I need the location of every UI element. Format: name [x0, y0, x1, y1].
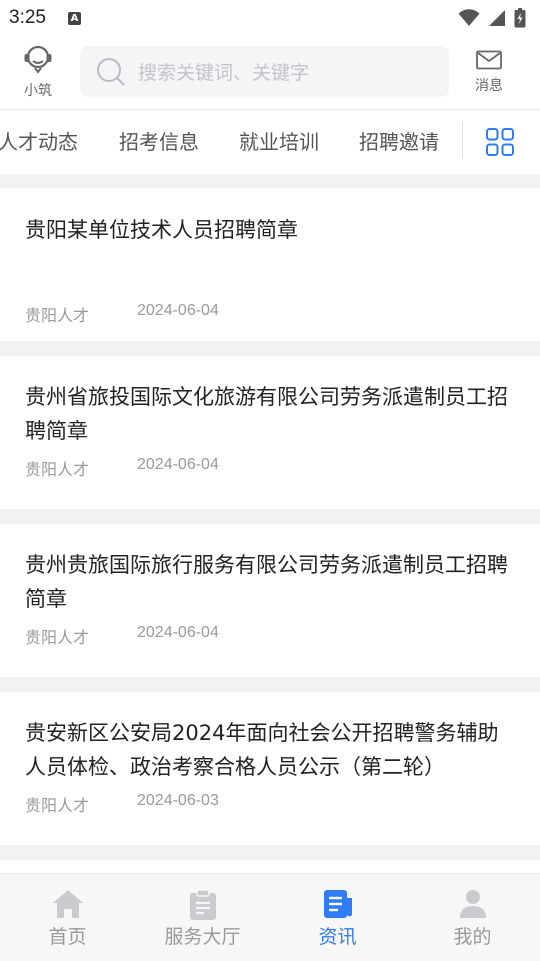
article-card[interactable]: 贵安新区公安局2024年面向社会公开招聘警务辅助人员体检、政治考察合格人员公示（…	[0, 692, 540, 845]
status-icons	[458, 8, 526, 28]
article-source: 贵阳人才	[25, 306, 90, 325]
nav-home-label: 首页	[48, 926, 87, 948]
article-source: 贵阳人才	[25, 460, 90, 479]
search-icon	[96, 57, 126, 87]
assistant-button[interactable]: 小筑	[18, 44, 58, 100]
tab-recruitment-invitation[interactable]: 招聘邀请	[359, 110, 439, 174]
article-title: 贵阳某单位技术人员招聘简章	[25, 218, 298, 242]
status-time: 3:25	[9, 7, 46, 28]
nav-service-hall-label: 服务大厅	[164, 926, 241, 948]
category-tabs: 人才动态 招考信息 就业培训 招聘邀请	[0, 110, 540, 174]
grid-menu-icon[interactable]	[486, 128, 514, 156]
nav-profile[interactable]: 我的	[405, 874, 540, 961]
tab-divider	[462, 122, 463, 158]
assistant-label: 小筑	[24, 83, 52, 99]
mail-icon	[476, 50, 502, 70]
search-placeholder: 搜索关键词、关键字	[138, 62, 310, 84]
article-card[interactable]: 贵阳某单位技术人员招聘简章 贵阳人才 2024-06-04	[0, 188, 540, 341]
article-date: 2024-06-03	[137, 792, 219, 809]
tab-exam-info[interactable]: 招考信息	[119, 110, 199, 174]
article-date: 2024-06-04	[137, 624, 219, 641]
article-card[interactable]: 贵州省旅投国际文化旅游有限公司劳务派遣制员工招聘简章 贵阳人才 2024-06-…	[0, 356, 540, 509]
article-title: 贵州省旅投国际文化旅游有限公司劳务派遣制员工招聘简章	[25, 385, 508, 443]
clipboard-icon	[189, 889, 216, 920]
status-left: 3:25 A	[9, 7, 81, 29]
status-bar: 3:25 A	[0, 0, 540, 36]
article-card[interactable]: 贵州贵旅国际旅行服务有限公司劳务派遣制员工招聘简章 贵阳人才 2024-06-0…	[0, 524, 540, 677]
article-source: 贵阳人才	[25, 796, 90, 815]
assistant-headset-icon	[24, 45, 52, 74]
nav-news[interactable]: 资讯	[270, 874, 405, 961]
nav-service-hall[interactable]: 服务大厅	[135, 874, 270, 961]
home-icon	[52, 890, 83, 918]
article-title: 贵安新区公安局2024年面向社会公开招聘警务辅助人员体检、政治考察合格人员公示（…	[25, 721, 499, 779]
wifi-icon	[458, 9, 480, 26]
news-icon	[323, 890, 352, 918]
article-date: 2024-06-04	[137, 456, 219, 473]
article-source: 贵阳人才	[25, 628, 90, 647]
message-button[interactable]: 消息	[466, 50, 512, 95]
user-icon	[459, 890, 486, 918]
battery-icon	[514, 8, 526, 28]
message-label: 消息	[475, 78, 503, 94]
bottom-nav: 首页 服务大厅 资讯 我的	[0, 873, 540, 961]
article-date: 2024-06-04	[137, 302, 219, 319]
article-title: 贵州贵旅国际旅行服务有限公司劳务派遣制员工招聘简章	[25, 553, 508, 611]
nav-home[interactable]: 首页	[0, 874, 135, 961]
notification-badge-icon: A	[67, 11, 81, 25]
tab-talent-news[interactable]: 人才动态	[0, 110, 78, 174]
app-header: 小筑 搜索关键词、关键字 消息	[0, 36, 540, 110]
signal-icon	[489, 10, 505, 26]
tab-employment-training[interactable]: 就业培训	[239, 110, 319, 174]
nav-profile-label: 我的	[453, 926, 492, 948]
search-input[interactable]: 搜索关键词、关键字	[80, 46, 449, 97]
nav-news-label: 资讯	[318, 926, 357, 948]
